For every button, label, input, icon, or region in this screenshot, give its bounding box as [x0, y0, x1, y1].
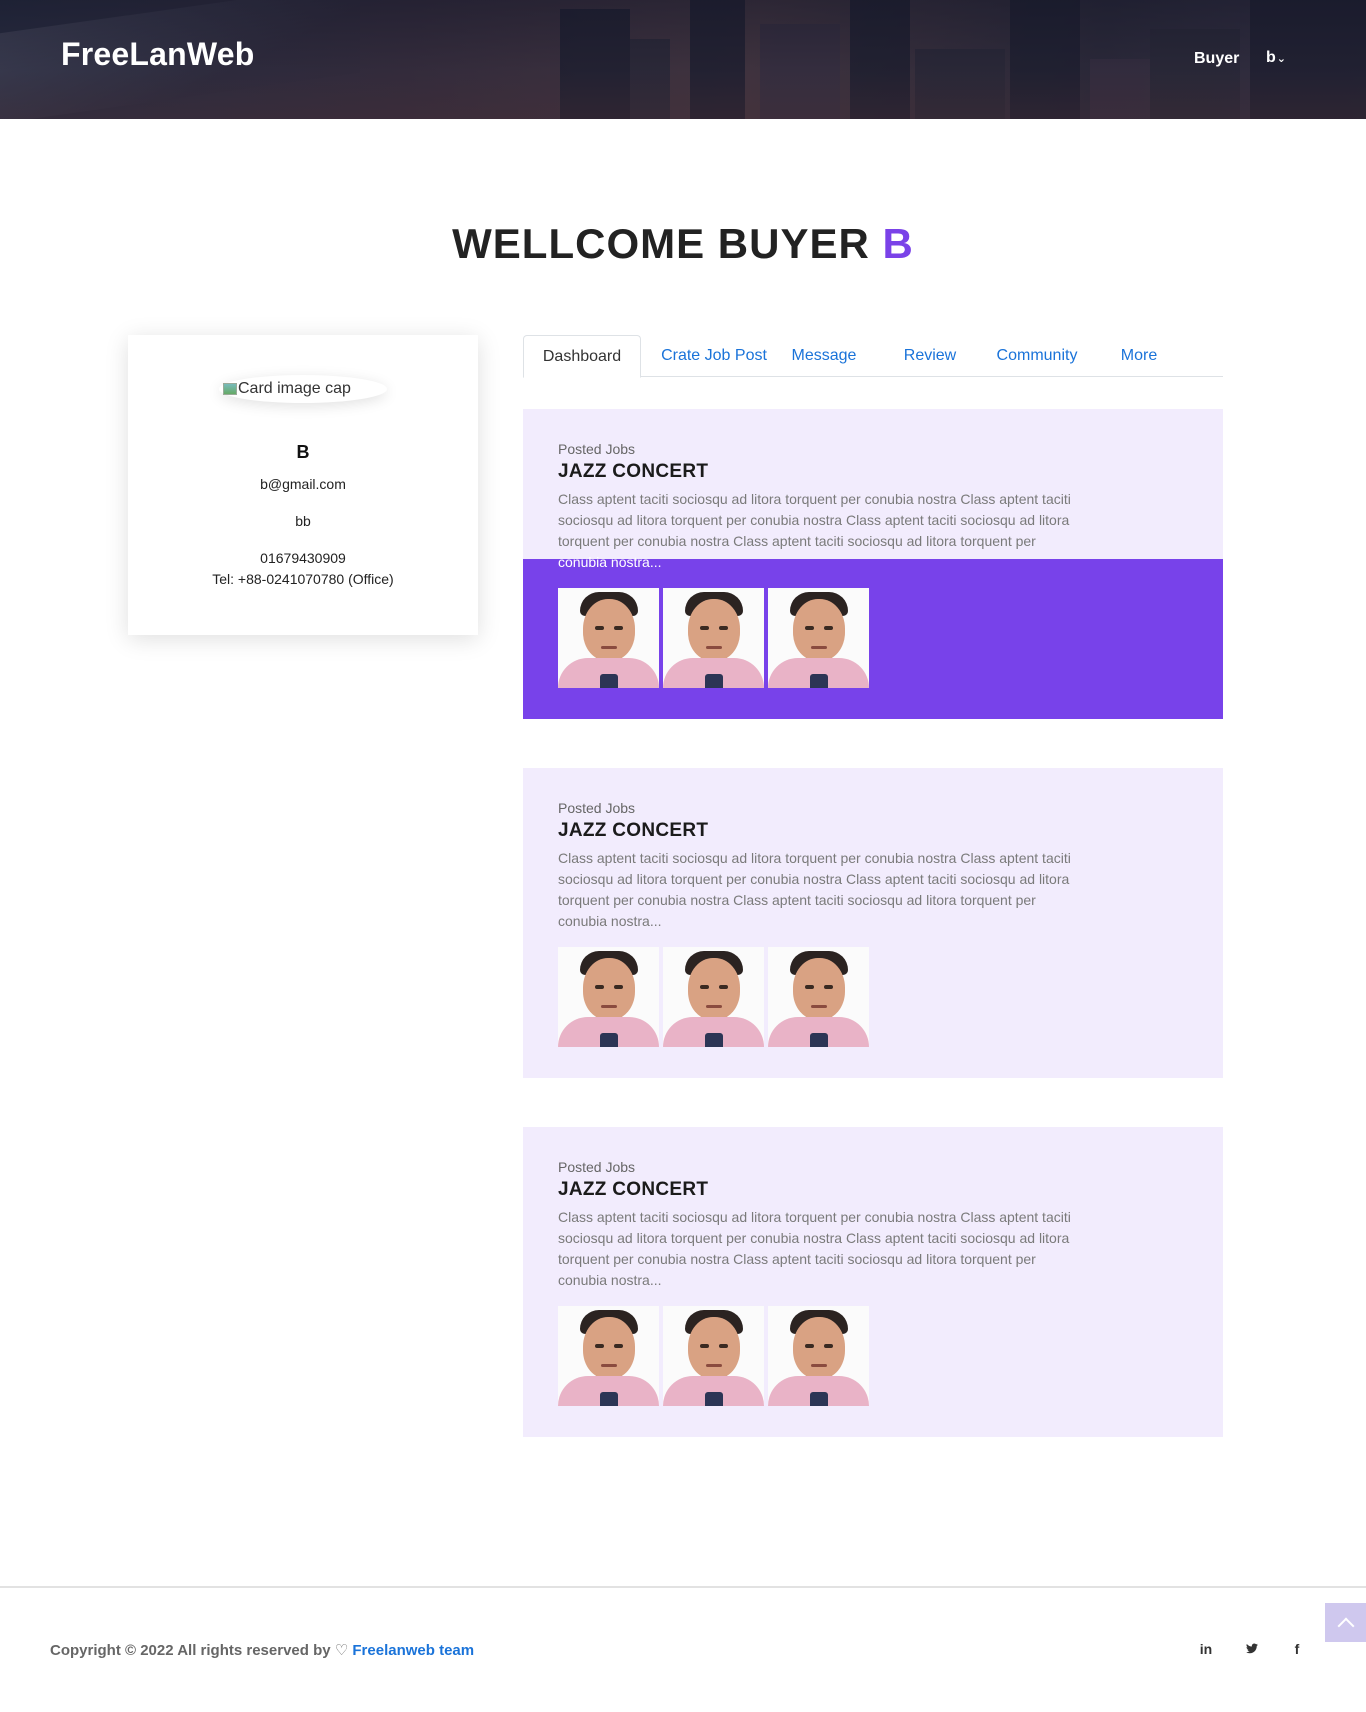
- description-line: conubia nostra...: [558, 913, 662, 929]
- dashboard-tabs: Dashboard Crate Job Post Message Review …: [523, 335, 1223, 378]
- tab-community[interactable]: Community: [987, 335, 1087, 377]
- tab-review[interactable]: Review: [900, 335, 960, 377]
- footer-team-link[interactable]: Freelanweb team: [352, 1642, 474, 1659]
- broken-image-icon: [223, 383, 237, 395]
- header-hero: FreeLanWeb Buyer b⌄: [0, 0, 1366, 119]
- tab-message[interactable]: Message: [789, 335, 859, 377]
- job-image-thumbnail[interactable]: [768, 588, 869, 688]
- description-line: conubia nostra...: [558, 1272, 662, 1288]
- job-image-thumbnail[interactable]: [558, 1306, 659, 1406]
- description-line: sociosqu ad litora torquent per conubia …: [558, 871, 1070, 887]
- description-line: sociosqu ad litora torquent per conubia …: [558, 1230, 1070, 1246]
- job-card[interactable]: Posted Jobs JAZZ CONCERT Class aptent ta…: [523, 1127, 1223, 1437]
- job-image-thumbnail[interactable]: [663, 1306, 764, 1406]
- job-card-title[interactable]: JAZZ CONCERT: [558, 461, 708, 483]
- description-line: sociosqu ad litora torquent per conubia …: [558, 512, 1070, 528]
- tab-dashboard[interactable]: Dashboard: [523, 335, 641, 378]
- job-card-title[interactable]: JAZZ CONCERT: [558, 820, 708, 842]
- profile-tel: Tel: +88-0241070780 (Office): [212, 571, 394, 587]
- job-card[interactable]: Posted Jobs JAZZ CONCERT Class aptent ta…: [523, 768, 1223, 1078]
- profile-card: Card image cap B b@gmail.com bb 01679430…: [128, 335, 478, 635]
- profile-email: b@gmail.com: [260, 476, 346, 492]
- tab-crate-job-post[interactable]: Crate Job Post: [654, 335, 774, 377]
- job-card-description: Class aptent taciti sociosqu ad litora t…: [558, 489, 1098, 573]
- job-image-thumbnail[interactable]: [768, 1306, 869, 1406]
- nav-user-dropdown[interactable]: b⌄: [1266, 49, 1286, 67]
- job-image-thumbnail[interactable]: [663, 588, 764, 688]
- page-title-prefix: WELLCOME BUYER: [452, 220, 870, 267]
- description-line: torquent per conubia nostra Class aptent…: [558, 1251, 1036, 1267]
- page-title: WELLCOME BUYER B: [0, 220, 1366, 268]
- description-line: Class aptent taciti sociosqu ad litora t…: [558, 1209, 1071, 1225]
- job-card-description: Class aptent taciti sociosqu ad litora t…: [558, 848, 1098, 932]
- profile-field: bb: [295, 513, 311, 529]
- brand-logo[interactable]: FreeLanWeb: [61, 36, 254, 73]
- job-card-label: Posted Jobs: [558, 441, 636, 457]
- job-card-title[interactable]: JAZZ CONCERT: [558, 1179, 708, 1201]
- tab-more[interactable]: More: [1116, 335, 1162, 377]
- job-card-label: Posted Jobs: [558, 800, 636, 816]
- description-line: Class aptent taciti sociosqu ad litora t…: [558, 491, 1071, 507]
- description-line: conubia nostra...: [558, 554, 662, 570]
- facebook-icon[interactable]: f: [1287, 1641, 1307, 1657]
- job-card-description: Class aptent taciti sociosqu ad litora t…: [558, 1207, 1098, 1291]
- job-image-thumbnail[interactable]: [768, 947, 869, 1047]
- job-card-images: [558, 947, 869, 1047]
- chevron-up-icon: [1337, 1617, 1354, 1634]
- twitter-bird-shape: [1246, 1643, 1258, 1654]
- page-title-name: B: [882, 220, 914, 267]
- description-line: torquent per conubia nostra Class aptent…: [558, 533, 1036, 549]
- job-card-label: Posted Jobs: [558, 1159, 636, 1175]
- job-image-thumbnail[interactable]: [558, 947, 659, 1047]
- footer-divider: [0, 1586, 1366, 1588]
- chevron-down-icon: ⌄: [1276, 53, 1286, 65]
- nav-user-label: b: [1266, 49, 1276, 66]
- description-line: torquent per conubia nostra Class aptent…: [558, 892, 1036, 908]
- avatar: Card image cap: [219, 375, 387, 403]
- linkedin-icon[interactable]: in: [1196, 1641, 1216, 1657]
- profile-phone: 01679430909: [260, 550, 346, 566]
- copyright-text: Copyright © 2022 All rights reserved by: [50, 1642, 331, 1659]
- twitter-icon[interactable]: [1242, 1641, 1262, 1657]
- footer-copyright: Copyright © 2022 All rights reserved by …: [50, 1641, 474, 1659]
- back-to-top-button[interactable]: [1325, 1603, 1366, 1642]
- avatar-alt-text: Card image cap: [238, 380, 351, 397]
- heart-icon: ♡: [334, 1642, 349, 1659]
- job-card[interactable]: Posted Jobs JAZZ CONCERT Class aptent ta…: [523, 409, 1223, 719]
- nav-link-buyer[interactable]: Buyer: [1194, 50, 1239, 68]
- job-image-thumbnail[interactable]: [558, 588, 659, 688]
- job-card-images: [558, 1306, 869, 1406]
- description-line: Class aptent taciti sociosqu ad litora t…: [558, 850, 1071, 866]
- job-card-images: [558, 588, 869, 688]
- job-image-thumbnail[interactable]: [663, 947, 764, 1047]
- profile-name: B: [296, 442, 310, 462]
